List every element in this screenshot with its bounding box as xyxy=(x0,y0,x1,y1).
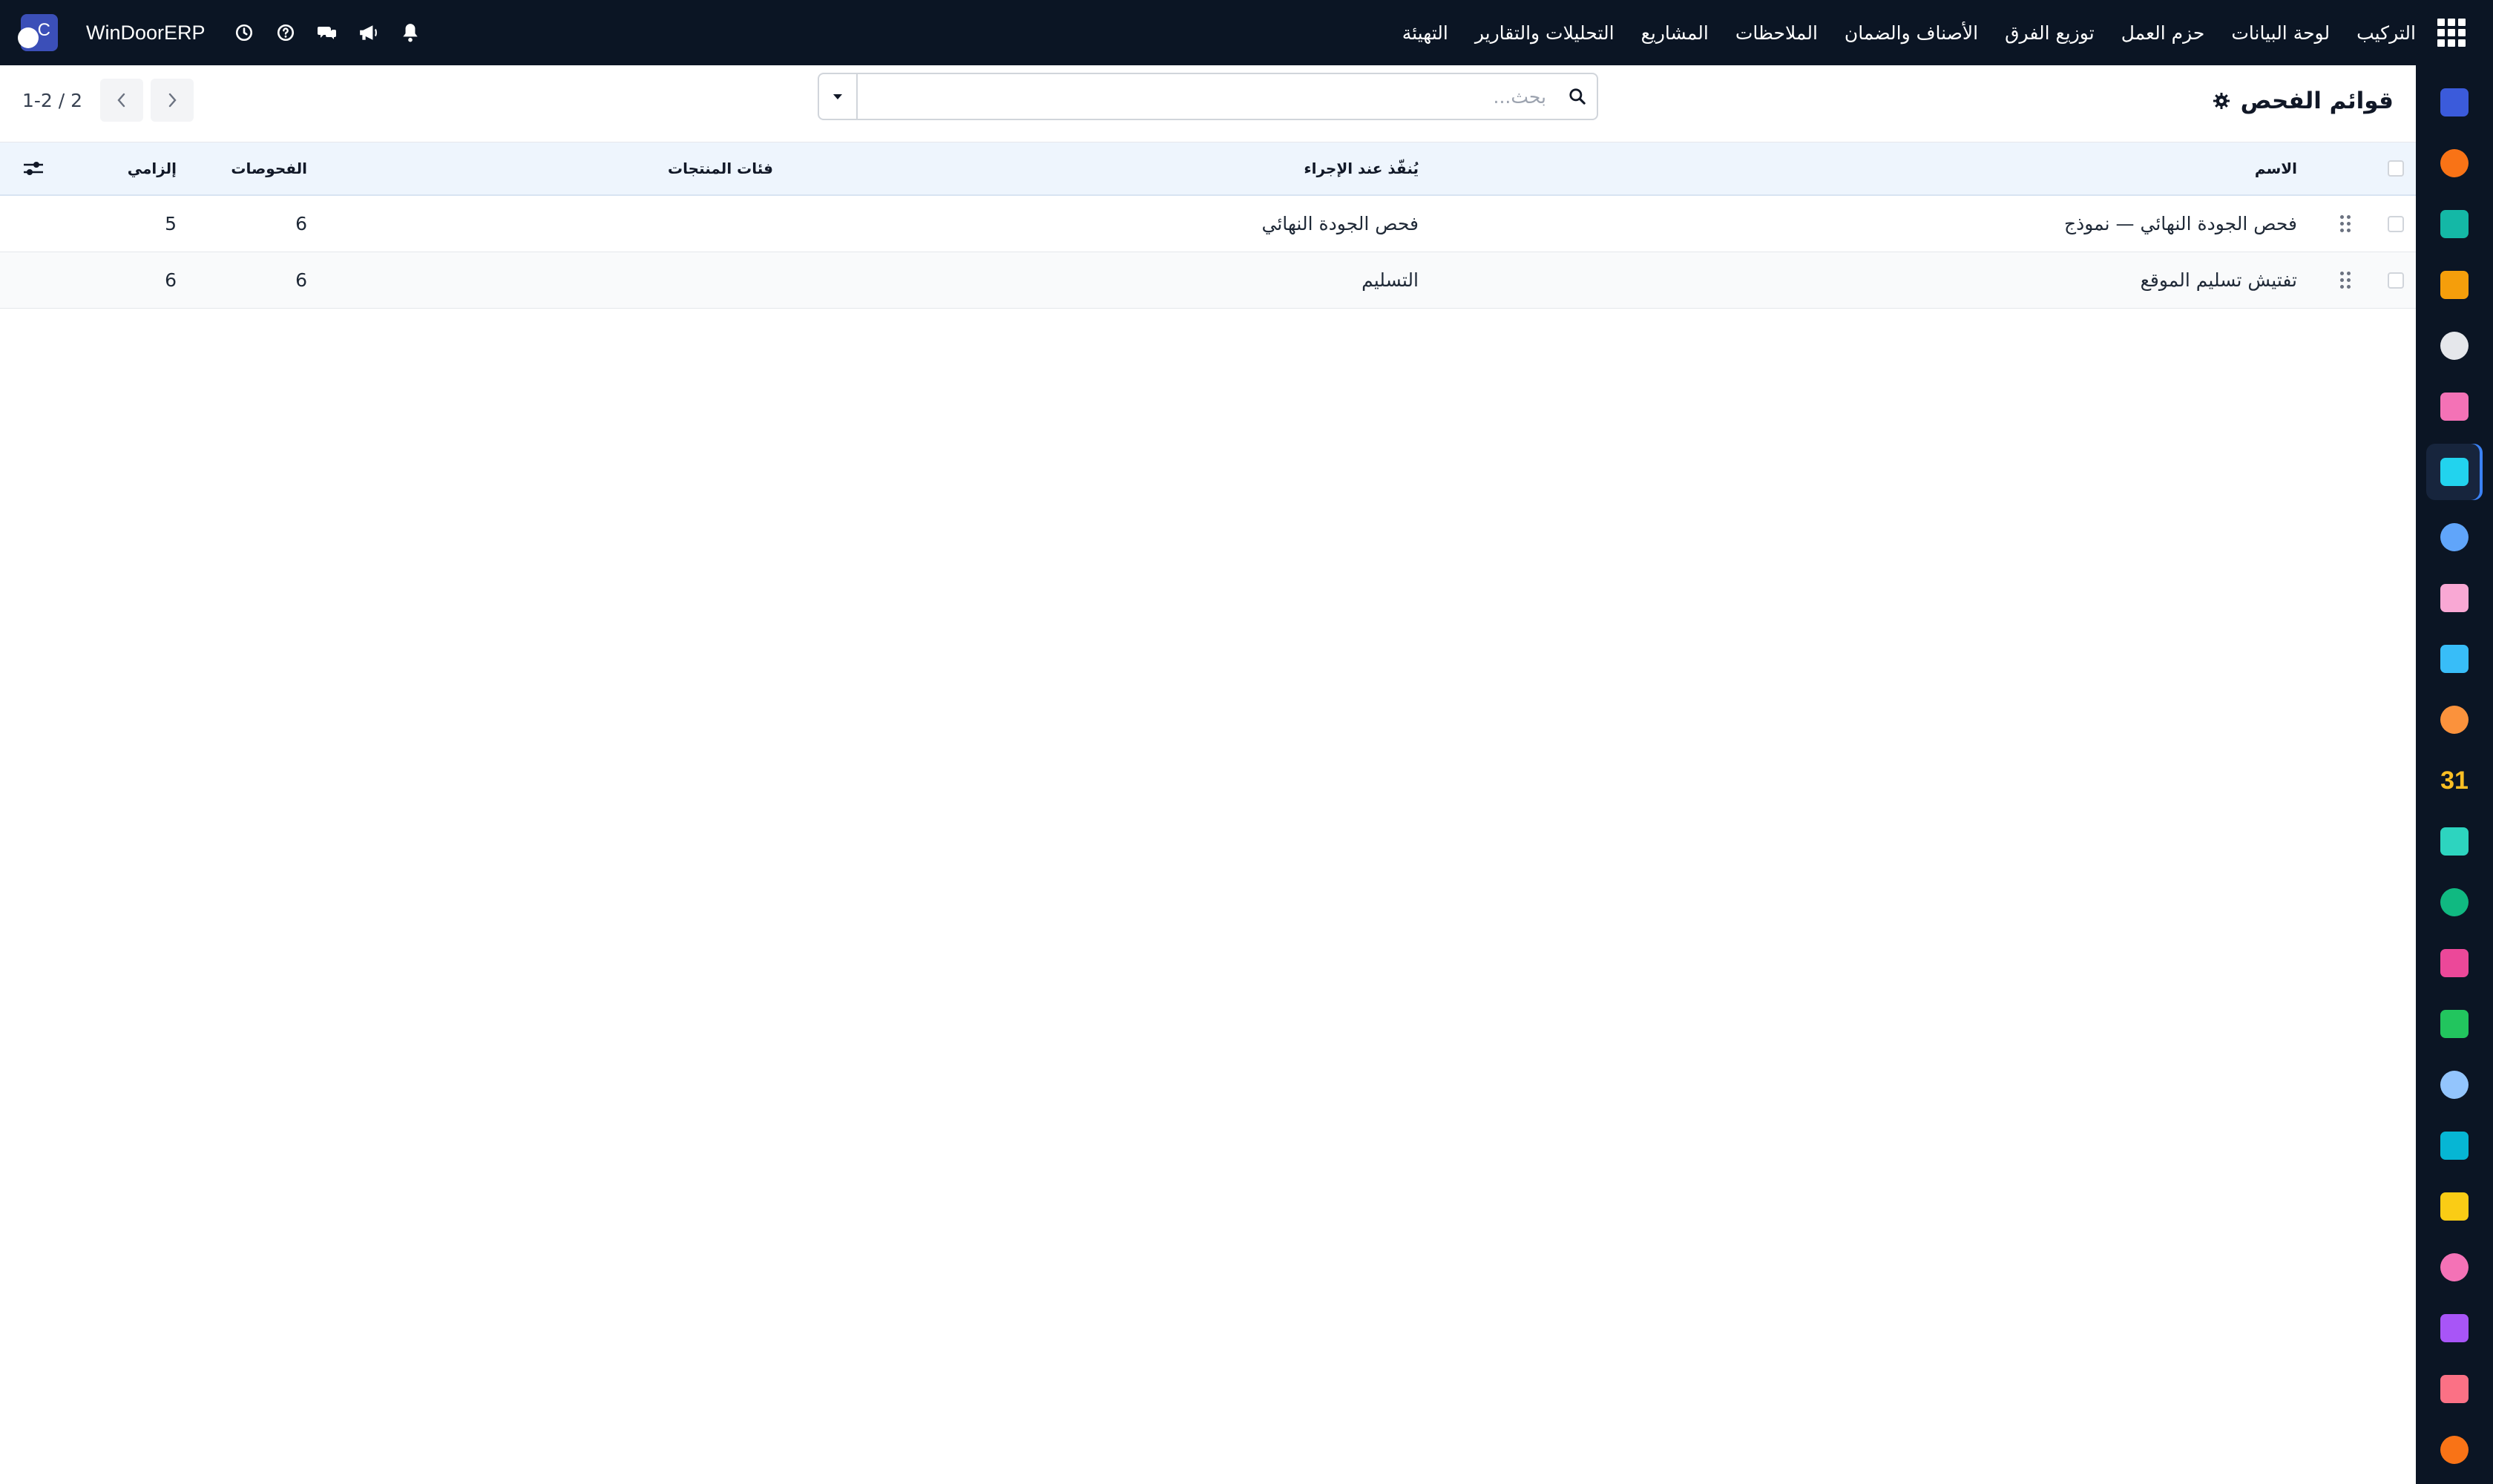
optional-columns-button[interactable] xyxy=(22,142,45,194)
page-title: قوائم الفحص xyxy=(2213,88,2394,114)
chevron-right-icon xyxy=(168,93,177,108)
drag-handle-icon[interactable] xyxy=(2340,215,2351,232)
search-input[interactable] xyxy=(858,74,1558,119)
column-header-checks[interactable]: الفحوصات xyxy=(231,142,307,194)
cell-required: 5 xyxy=(165,213,177,234)
cell-trigger: التسليم xyxy=(1362,269,1419,291)
main-menu: التركيب لوحة البيانات حزم العمل توزيع ال… xyxy=(1402,22,2416,44)
gear-icon[interactable] xyxy=(2213,92,2230,110)
column-header-product-categories[interactable]: فئات المنتجات xyxy=(668,142,773,194)
menu-item-installation[interactable]: التركيب xyxy=(2356,22,2416,44)
dashboard-app-icon[interactable] xyxy=(2431,261,2478,309)
cell-checks: 6 xyxy=(295,213,307,234)
pager-previous-button[interactable] xyxy=(100,79,144,122)
megaphone-icon[interactable] xyxy=(358,22,379,43)
menu-item-work-packages[interactable]: حزم العمل xyxy=(2121,22,2205,44)
cell-checks: 6 xyxy=(295,269,307,291)
cell-name: فحص الجودة النهائي — نموذج xyxy=(2064,213,2297,234)
main-content: قوائم الفحص 1-2 / 2 الاسم xyxy=(0,65,2416,1484)
menu-item-projects[interactable]: المشاريع xyxy=(1641,22,1709,44)
sliders-icon xyxy=(24,162,43,175)
cell-name: تفتيش تسليم الموقع xyxy=(2140,269,2297,291)
search-bar xyxy=(818,73,1598,120)
app-rail: 31 xyxy=(2416,65,2493,1484)
pager-next-button[interactable] xyxy=(151,79,194,122)
inventory-app-icon[interactable] xyxy=(2431,322,2478,370)
contacts-app-icon[interactable] xyxy=(2431,879,2478,926)
calendar-app-icon[interactable]: 31 xyxy=(2431,757,2478,804)
whatsapp-app-icon[interactable] xyxy=(2431,1000,2478,1048)
plugin-app-icon[interactable] xyxy=(2431,1426,2478,1474)
control-panel: قوائم الفحص 1-2 / 2 xyxy=(0,65,2416,142)
clock-icon[interactable] xyxy=(234,22,254,43)
systray: C WinDoorERP xyxy=(18,14,421,51)
chat-bubble-app-icon[interactable] xyxy=(2431,139,2478,187)
dashboards-app-icon[interactable] xyxy=(2431,939,2478,987)
gallery-app-icon[interactable] xyxy=(2431,383,2478,430)
search-options-toggle[interactable] xyxy=(819,74,858,119)
menu-item-team-allocation[interactable]: توزيع الفرق xyxy=(2005,22,2095,44)
avatar[interactable]: C xyxy=(18,14,58,51)
app-menu-icon[interactable] xyxy=(2434,15,2469,50)
invoice-app-icon[interactable] xyxy=(2431,635,2478,683)
table-header: الاسم يُنفّذ عند الإجراء فئات المنتجات ا… xyxy=(0,142,2416,196)
company-name[interactable]: WinDoorERP xyxy=(86,22,206,45)
employees-app-icon[interactable] xyxy=(2431,696,2478,743)
chat-icon[interactable] xyxy=(317,22,338,43)
menu-item-reporting[interactable]: التحليلات والتقارير xyxy=(1475,22,1615,44)
column-header-trigger[interactable]: يُنفّذ عند الإجراء xyxy=(1304,142,1419,194)
select-all-checkbox[interactable] xyxy=(2388,160,2404,177)
column-header-name[interactable]: الاسم xyxy=(2255,142,2297,194)
pager-value[interactable]: 1-2 / 2 xyxy=(22,90,82,111)
send-app-icon[interactable] xyxy=(2431,1183,2478,1230)
caret-down-icon xyxy=(833,94,842,99)
mail-app-icon[interactable] xyxy=(2431,79,2478,126)
table-row[interactable]: فحص الجودة النهائي — نموذج فحص الجودة ال… xyxy=(0,196,2416,252)
avatar-letter: C xyxy=(37,20,50,40)
sheet-app-icon[interactable] xyxy=(2431,1244,2478,1291)
bell-icon[interactable] xyxy=(400,22,421,43)
discuss-app-icon[interactable] xyxy=(2431,200,2478,248)
row-checkbox[interactable] xyxy=(2388,215,2404,232)
chevron-left-icon xyxy=(117,93,125,108)
sign-app-icon[interactable] xyxy=(2431,818,2478,865)
help-icon[interactable] xyxy=(275,22,296,43)
menu-item-items-warranty[interactable]: الأصناف والضمان xyxy=(1845,22,1978,44)
pager: 1-2 / 2 xyxy=(22,79,194,122)
menu-item-notes[interactable]: الملاحظات xyxy=(1735,22,1818,44)
cell-required: 6 xyxy=(165,269,177,291)
menu-item-configuration[interactable]: التهيئة xyxy=(1402,22,1448,44)
drag-handle-icon[interactable] xyxy=(2340,272,2351,289)
box-app-icon[interactable] xyxy=(2431,574,2478,622)
checklist-app-icon[interactable] xyxy=(2426,444,2483,500)
search-icon[interactable] xyxy=(1558,74,1597,119)
menu-item-dashboard[interactable]: لوحة البيانات xyxy=(2231,22,2330,44)
hexagon-app-icon[interactable] xyxy=(2431,1304,2478,1352)
page-title-text: قوائم الفحص xyxy=(2240,88,2394,114)
pie-app-icon[interactable] xyxy=(2431,1365,2478,1413)
timer-app-icon[interactable] xyxy=(2431,1061,2478,1109)
wave-app-icon[interactable] xyxy=(2431,1122,2478,1169)
table-row[interactable]: تفتيش تسليم الموقع التسليم 6 6 xyxy=(0,252,2416,309)
cell-trigger: فحص الجودة النهائي xyxy=(1261,213,1419,234)
column-header-required[interactable]: إلزامي xyxy=(128,142,177,194)
top-navbar: التركيب لوحة البيانات حزم العمل توزيع ال… xyxy=(0,0,2493,65)
knowledge-app-icon[interactable] xyxy=(2431,513,2478,561)
row-checkbox[interactable] xyxy=(2388,272,2404,289)
